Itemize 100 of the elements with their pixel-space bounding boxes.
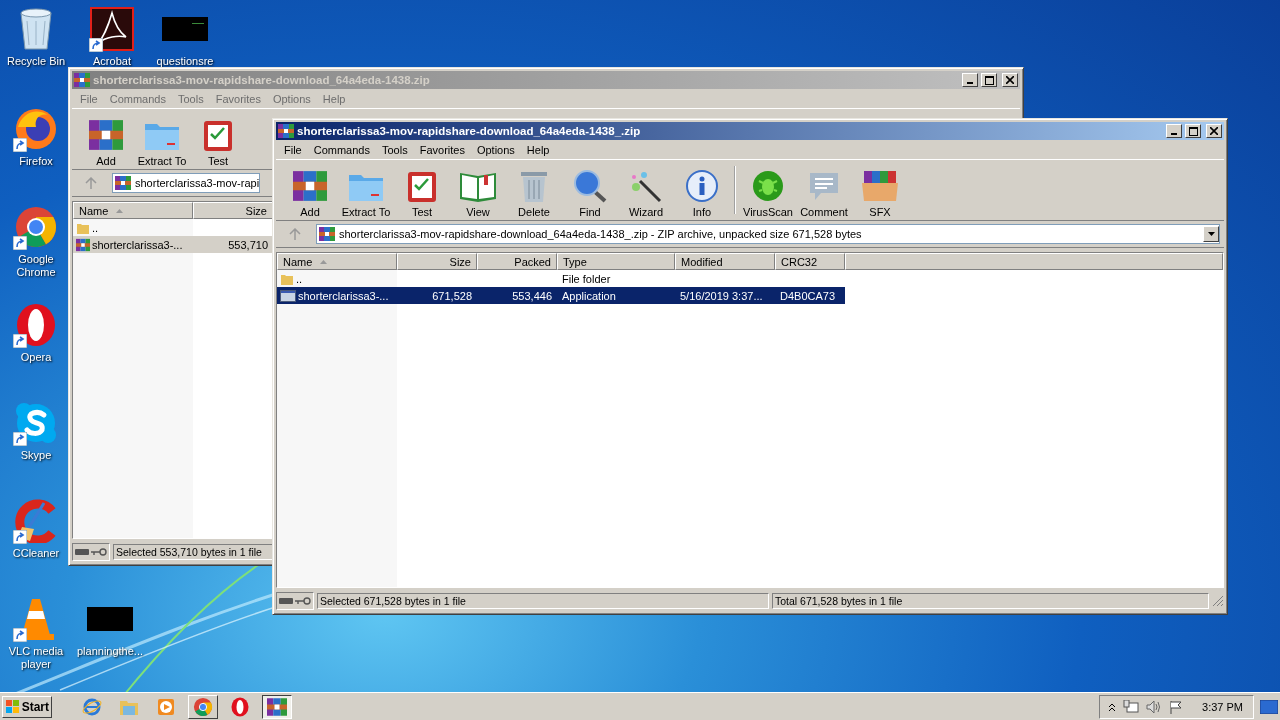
maximize-button[interactable] bbox=[981, 73, 997, 87]
taskbar-button[interactable] bbox=[262, 694, 292, 719]
toolbar-button[interactable]: Extract To bbox=[134, 111, 190, 167]
column-header[interactable]: Size bbox=[397, 253, 477, 270]
minimize-button[interactable] bbox=[962, 73, 978, 87]
address-field[interactable]: shorterclarissa3-mov-rapi bbox=[112, 173, 261, 193]
flag-icon[interactable] bbox=[1169, 699, 1184, 714]
close-button[interactable] bbox=[1206, 124, 1222, 138]
menu-item[interactable]: Tools bbox=[376, 143, 414, 156]
close-icon bbox=[1006, 76, 1014, 84]
file-row[interactable]: .. bbox=[73, 219, 273, 236]
column-header[interactable]: CRC32 bbox=[775, 253, 845, 270]
toolbar-button[interactable]: SFX bbox=[852, 162, 908, 218]
file-thumbnail-icon[interactable] bbox=[87, 607, 133, 631]
archive-icon bbox=[76, 237, 90, 252]
icon-label: planningthe... bbox=[76, 645, 144, 658]
menu-item[interactable]: Commands bbox=[103, 92, 172, 105]
key-icon bbox=[91, 548, 107, 556]
menu-item[interactable]: Favorites bbox=[413, 143, 471, 156]
skype-icon[interactable] bbox=[14, 401, 58, 445]
speaker-icon[interactable] bbox=[1146, 699, 1163, 714]
dropdown-button[interactable] bbox=[1203, 226, 1219, 242]
key-icon bbox=[295, 597, 311, 605]
drive-icon bbox=[75, 549, 89, 555]
column-header[interactable]: Name bbox=[277, 253, 397, 270]
chevron-up-icon[interactable] bbox=[1108, 701, 1117, 712]
recycle-bin-icon[interactable] bbox=[18, 7, 54, 51]
application-icon bbox=[280, 288, 296, 303]
column-header[interactable]: Modified bbox=[675, 253, 775, 270]
icon-label: Skype bbox=[20, 449, 52, 462]
clock[interactable]: 3:37 PM bbox=[1202, 700, 1243, 713]
toolbar-button[interactable]: View bbox=[450, 162, 506, 218]
icon-label: Acrobat bbox=[93, 55, 131, 68]
archive-icon bbox=[115, 175, 131, 191]
toolbar-button[interactable]: Find bbox=[562, 162, 618, 218]
file-row[interactable]: .. File folder bbox=[277, 270, 845, 287]
toolbar-button[interactable]: VirusScan bbox=[740, 162, 796, 218]
menu-item[interactable]: Tools bbox=[172, 92, 210, 105]
toolbar-button[interactable]: Test bbox=[394, 162, 450, 218]
status-text: Selected 671,528 bytes in 1 file bbox=[317, 593, 769, 609]
file-name: shorterclarissa3-... bbox=[92, 238, 183, 251]
icon-label: questionsre bbox=[156, 55, 214, 68]
toolbar-button[interactable]: Wizard bbox=[618, 162, 674, 218]
drive-icon bbox=[279, 598, 293, 604]
toolbar-button[interactable]: Comment bbox=[796, 162, 852, 218]
file-name: .. bbox=[92, 221, 99, 234]
file-row[interactable]: shorterclarissa3-... 553,710 bbox=[73, 236, 273, 253]
media-player-icon bbox=[156, 696, 176, 717]
table-cell-text: 671,528 bbox=[431, 289, 473, 302]
column-header[interactable]: Type bbox=[557, 253, 675, 270]
icon-label: CCleaner bbox=[12, 547, 60, 560]
toolbar-button[interactable]: Delete bbox=[506, 162, 562, 218]
pdf-app-icon[interactable] bbox=[90, 7, 134, 51]
window-title: shorterclarissa3-mov-rapidshare-download_64a4eda-1438.zip bbox=[93, 74, 431, 86]
menu-item[interactable]: Options bbox=[470, 143, 521, 156]
icon-label: Google Chrome bbox=[15, 253, 57, 279]
file-name: shorterclarissa3-... bbox=[298, 289, 389, 302]
menu-item[interactable]: Help bbox=[520, 143, 556, 156]
app-icon bbox=[278, 123, 294, 139]
trash-can-icon bbox=[519, 169, 549, 203]
maximize-button[interactable] bbox=[1185, 124, 1201, 138]
address-field[interactable]: shorterclarissa3-mov-rapidshare-download_64a4eda-1438_.zip - ZIP archive, unpacked size 671,528 bytes bbox=[316, 224, 1220, 244]
bug-icon bbox=[751, 169, 785, 203]
chrome-icon[interactable] bbox=[14, 205, 58, 249]
table-cell-text: 5/16/2019 3:37... bbox=[679, 289, 764, 302]
column-header[interactable]: Size bbox=[193, 202, 273, 219]
icon-label: Opera bbox=[20, 351, 52, 364]
clipboard-check-icon bbox=[202, 118, 234, 152]
internet-explorer-icon bbox=[82, 696, 102, 717]
file-row[interactable]: shorterclarissa3-... 671,528 553,446 Application 5/16/2019 3:37... D4B0CA73 bbox=[277, 287, 845, 304]
toolbar-button[interactable]: Test bbox=[190, 111, 246, 167]
table-cell-text: 553,710 bbox=[227, 238, 269, 251]
toolbar-button[interactable]: Add bbox=[78, 111, 134, 167]
column-header[interactable]: Packed bbox=[477, 253, 557, 270]
magnifier-icon bbox=[572, 169, 608, 203]
file-thumbnail-icon[interactable] bbox=[162, 17, 208, 41]
opera-icon[interactable] bbox=[16, 303, 56, 347]
menu-item[interactable]: Options bbox=[266, 92, 317, 105]
firefox-icon[interactable] bbox=[14, 107, 58, 151]
menu-item[interactable]: Favorites bbox=[209, 92, 267, 105]
close-button[interactable] bbox=[1002, 73, 1018, 87]
ccleaner-icon[interactable] bbox=[14, 499, 58, 543]
menu-item[interactable]: Commands bbox=[307, 143, 376, 156]
network-icon[interactable] bbox=[1123, 699, 1140, 714]
window-title: shorterclarissa3-mov-rapidshare-download_64a4eda-1438_.zip bbox=[297, 125, 642, 137]
chrome-icon bbox=[193, 696, 213, 717]
column-header[interactable]: Name bbox=[73, 202, 193, 219]
close-icon bbox=[1210, 127, 1218, 135]
icon-label: VLC media player bbox=[7, 645, 65, 671]
menu-item[interactable]: File bbox=[278, 143, 308, 156]
toolbar-button[interactable]: Info bbox=[674, 162, 730, 218]
toolbar-button[interactable]: Extract To bbox=[338, 162, 394, 218]
resize-grip-icon bbox=[1212, 595, 1224, 607]
toolbar-button[interactable]: Add bbox=[282, 162, 338, 218]
file-name: .. bbox=[296, 272, 303, 285]
clipboard-check-icon bbox=[406, 169, 438, 203]
start-button[interactable]: Start bbox=[2, 695, 52, 718]
minimize-button[interactable] bbox=[1166, 124, 1182, 138]
up-arrow-icon bbox=[85, 177, 97, 189]
sort-arrow-icon bbox=[320, 259, 328, 264]
